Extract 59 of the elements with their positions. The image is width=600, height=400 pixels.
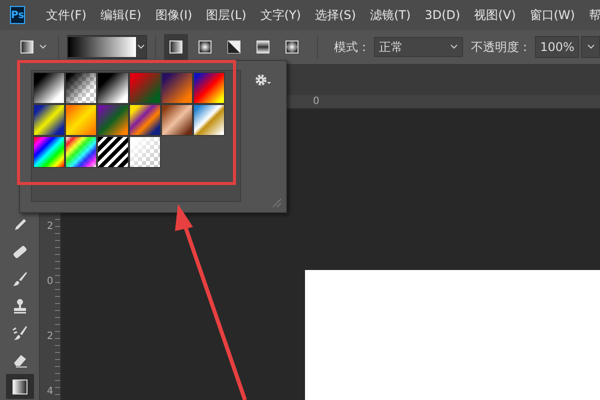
radial-gradient-icon — [197, 39, 214, 55]
menu-item[interactable]: 视图(V) — [467, 6, 523, 24]
menu-item[interactable]: 窗口(W) — [522, 6, 582, 24]
gradient-preset-swatch[interactable] — [97, 104, 129, 136]
menu-item[interactable]: 图层(L) — [199, 6, 254, 24]
caret-icon — [586, 44, 595, 50]
gradient-preset-swatch[interactable] — [65, 104, 97, 136]
gradient-tool[interactable] — [6, 374, 34, 399]
gradient-tool-icon — [19, 39, 35, 55]
gradient-preset-swatch[interactable] — [33, 104, 65, 136]
app-logo[interactable]: Ps — [10, 6, 26, 24]
opacity-field[interactable]: 100% — [535, 36, 580, 58]
mode-value: 正常 — [378, 38, 403, 56]
gradient-preset-swatch[interactable] — [161, 104, 193, 136]
menu-item[interactable]: 3D(D) — [418, 8, 468, 22]
gradient-preset-swatch[interactable] — [33, 136, 65, 168]
opacity-label: 不透明度： — [471, 38, 532, 56]
menu-item[interactable]: 文件(F) — [39, 6, 94, 24]
ruler-number: 4 — [46, 386, 54, 397]
gradient-preview — [68, 37, 136, 57]
caret-icon — [39, 44, 47, 50]
linear-gradient-button[interactable] — [164, 34, 188, 60]
caret-icon — [137, 44, 146, 50]
settings-button[interactable] — [254, 73, 272, 87]
ruler-number: 0 — [313, 96, 320, 107]
gradient-preset-swatch[interactable] — [193, 72, 225, 104]
gradient-preset-swatch[interactable] — [129, 136, 161, 168]
opacity-dropdown-button[interactable] — [581, 36, 600, 58]
history-brush-icon — [10, 324, 28, 342]
mode-label: 模式： — [334, 38, 370, 56]
gradient-editor-field[interactable] — [66, 35, 148, 59]
caret-icon — [450, 44, 458, 50]
ruler-number: 0 — [46, 276, 54, 287]
gradient-icon — [10, 378, 28, 396]
angle-gradient-icon — [226, 39, 242, 55]
gradient-preset-swatch[interactable] — [161, 72, 193, 104]
gradient-preset-swatch[interactable] — [97, 136, 129, 168]
resize-grip-icon[interactable] — [272, 198, 282, 208]
ruler-number: 2 — [46, 221, 54, 232]
gradient-preset-swatch[interactable] — [65, 136, 97, 168]
gradient-preset-swatch[interactable] — [129, 104, 161, 136]
menu-item[interactable]: 帮 — [582, 6, 600, 24]
menu-item[interactable]: 文字(Y) — [253, 6, 308, 24]
linear-gradient-icon — [168, 39, 184, 55]
menu-item[interactable]: 图像(I) — [148, 6, 200, 24]
gradient-preset-swatch[interactable] — [33, 72, 65, 104]
reflected-gradient-icon — [254, 39, 271, 55]
gradient-preset-swatch[interactable] — [65, 72, 97, 104]
gradient-preset-swatch[interactable] — [193, 104, 225, 136]
menu-item[interactable]: 编辑(E) — [93, 6, 148, 24]
menu-item[interactable]: 选择(S) — [308, 6, 363, 24]
gradient-preset-swatch[interactable] — [129, 72, 161, 104]
brush-icon — [10, 270, 28, 288]
settings-icon — [254, 73, 272, 87]
diamond-gradient-icon — [284, 39, 300, 55]
ruler-number: 2 — [46, 331, 54, 342]
menu-item[interactable]: 滤镜(T) — [362, 6, 418, 24]
gradient-preset-swatch[interactable] — [97, 72, 129, 104]
mode-dropdown[interactable]: 正常 — [374, 37, 464, 57]
